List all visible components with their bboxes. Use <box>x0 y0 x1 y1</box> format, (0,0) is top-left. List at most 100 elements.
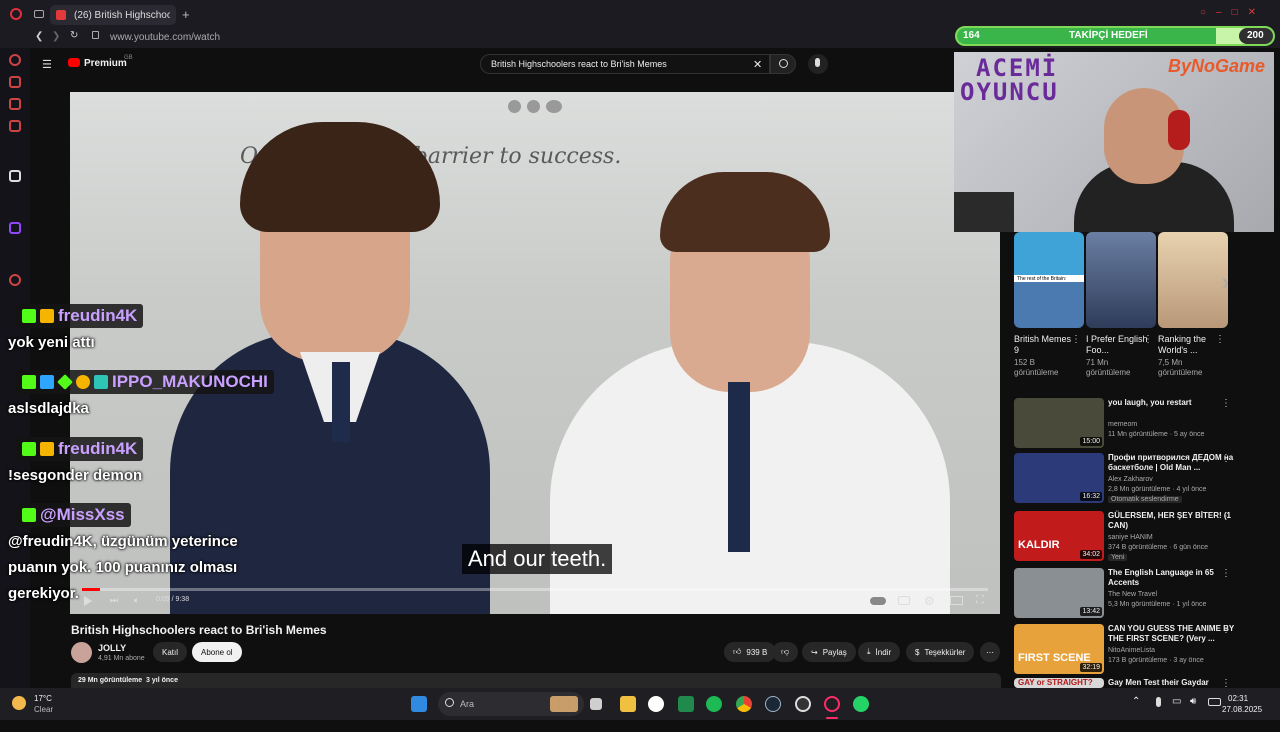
voice-search-button[interactable] <box>808 54 828 74</box>
recommendation-thumbnail[interactable]: 13:42 <box>1014 568 1104 618</box>
tray-volume-icon[interactable]: 🔊︎ <box>1190 696 1196 707</box>
tab-active[interactable]: (26) British Highschoolers <box>50 5 176 25</box>
recommendation-channel[interactable]: saniye HANIM <box>1108 534 1238 541</box>
share-button[interactable]: ↪ Paylaş <box>802 642 856 662</box>
recommendation-menu-icon[interactable]: ⋮ <box>1221 453 1231 464</box>
recommendation-title[interactable]: GÜLERSEM, HER ŞEY BİTER! (1 CAN) <box>1108 511 1238 531</box>
short-title-2[interactable]: I Prefer English Foo... <box>1086 334 1148 356</box>
recommendation-thumbnail[interactable]: GAY or STRAIGHT? <box>1014 678 1104 688</box>
channel-avatar[interactable] <box>71 642 92 663</box>
more-actions-button[interactable]: ⋯ <box>980 642 1000 662</box>
short-menu-icon[interactable]: ⋮ <box>1143 334 1153 345</box>
recommendation-menu-icon[interactable]: ⋮ <box>1221 398 1231 409</box>
youtube-logo[interactable]: Premium <box>84 58 127 69</box>
theater-mode-icon[interactable] <box>950 596 963 605</box>
recommendation-item[interactable]: 16:32 Профи притворился ДЕДОМ на баскетбо… <box>1014 453 1272 507</box>
recommendation-item[interactable]: 15:00 you laugh, you restart ⋮ memeom 11 Mn … <box>1014 398 1272 452</box>
sidebar-whatsapp-icon[interactable] <box>9 98 21 110</box>
weather-icon[interactable] <box>12 696 26 710</box>
subtitles-icon[interactable] <box>898 596 910 605</box>
progress-bar[interactable] <box>82 588 988 591</box>
tab-islands-icon[interactable] <box>34 10 44 18</box>
settings-icon[interactable]: ⚙ <box>924 594 935 608</box>
autoplay-toggle[interactable] <box>870 597 886 605</box>
sidebar-aria-icon[interactable] <box>9 54 21 66</box>
description-box[interactable]: 29 Mn görüntüleme 3 yıl önce <box>71 673 1001 688</box>
spotify-icon[interactable] <box>706 696 722 712</box>
obs-icon[interactable] <box>795 696 811 712</box>
recommendation-title[interactable]: The English Language in 65 Accents <box>1108 568 1238 588</box>
sidebar-twitch-icon[interactable] <box>9 222 21 234</box>
channel-name[interactable]: JOLLY <box>98 643 126 653</box>
menu-icon[interactable]: ☰ <box>42 58 52 71</box>
recommendation-title[interactable]: CAN YOU GUESS THE ANIME BY THE FIRST SCE… <box>1108 624 1238 644</box>
recommendation-channel[interactable]: memeom <box>1108 421 1238 428</box>
short-thumb-1[interactable]: The rest of the Britain: <box>1014 232 1084 328</box>
recommendation-item[interactable]: 13:42 The English Language in 65 Accents ⋮… <box>1014 568 1272 622</box>
chrome-icon[interactable] <box>736 696 752 712</box>
whatsapp-icon[interactable] <box>853 696 869 712</box>
steam-icon[interactable] <box>765 696 781 712</box>
recommendation-item[interactable]: 34:02 KALDIR GÜLERSEM, HER ŞEY BİTER! (1 C… <box>1014 511 1272 565</box>
start-icon[interactable] <box>411 696 427 712</box>
recommendation-title[interactable]: Gay Men Test their Gaydar <box>1108 678 1238 688</box>
recommendation-thumbnail[interactable]: 16:32 <box>1014 453 1104 503</box>
recommendation-item[interactable]: 32:19 FIRST SCENE CAN YOU GUESS THE ANIME … <box>1014 624 1272 678</box>
task-view-icon[interactable] <box>590 698 602 710</box>
clock-date[interactable]: 27.08.2025 <box>1222 705 1262 714</box>
next-icon[interactable]: ⏭ <box>110 595 118 606</box>
url-field[interactable]: www.youtube.com/watch <box>110 32 220 43</box>
pip-icon[interactable] <box>527 100 540 113</box>
recommendation-title[interactable]: Профи притворился ДЕДОМ на баскетболе | … <box>1108 453 1238 473</box>
recommendation-channel[interactable]: NitoAnimeLista <box>1108 647 1238 654</box>
recommendation-menu-icon[interactable]: ⋮ <box>1221 624 1231 635</box>
thanks-button[interactable]: $ Teşekkürler <box>906 642 975 662</box>
minimize-button[interactable]: – <box>1216 7 1232 18</box>
excel-icon[interactable] <box>678 696 694 712</box>
search-tabs-icon[interactable]: ○ <box>1200 7 1216 18</box>
recommendation-channel[interactable]: Alex Zakharov <box>1108 476 1238 483</box>
sidebar-messenger-icon[interactable] <box>9 76 21 88</box>
recommendation-thumbnail[interactable]: 32:19 FIRST SCENE <box>1014 624 1104 674</box>
opera-logo-icon[interactable] <box>10 8 22 20</box>
maximize-button[interactable]: □ <box>1232 7 1248 18</box>
youtube-logo-icon[interactable] <box>68 58 80 67</box>
miniplayer-icon[interactable] <box>508 100 521 113</box>
tray-mic-icon[interactable] <box>1156 697 1161 707</box>
short-menu-icon[interactable]: ⋮ <box>1071 334 1081 345</box>
sidebar-ai-icon[interactable] <box>9 170 21 182</box>
reload-icon[interactable]: ↻ <box>70 30 78 41</box>
short-menu-icon[interactable]: ⋮ <box>1215 334 1225 345</box>
short-thumb-2[interactable] <box>1086 232 1156 328</box>
tray-chevron-icon[interactable]: ⌃ <box>1132 696 1140 707</box>
recommendation-channel[interactable]: The New Travel <box>1108 591 1238 598</box>
search-input[interactable]: British Highschoolers react to Bri'ish M… <box>480 54 770 74</box>
fullscreen-icon[interactable]: ⛶ <box>976 594 984 607</box>
clear-search-icon[interactable]: ✕ <box>753 58 762 71</box>
join-button[interactable]: Katıl <box>153 642 188 662</box>
like-button[interactable]: 👍︎ 939 B <box>724 642 777 662</box>
sidebar-history-icon[interactable] <box>9 274 21 286</box>
dislike-button[interactable]: 👎︎ <box>772 642 799 662</box>
opera-gx-icon[interactable] <box>824 696 840 712</box>
shorts-next-icon[interactable]: ❯ <box>1221 278 1229 289</box>
recommendation-thumbnail[interactable]: 15:00 <box>1014 398 1104 448</box>
file-explorer-icon[interactable] <box>620 696 636 712</box>
sidebar-music-icon[interactable] <box>9 120 21 132</box>
short-title-1[interactable]: British Memes 9 <box>1014 334 1076 356</box>
chatgpt-icon[interactable] <box>648 696 664 712</box>
back-icon[interactable]: ❮ <box>35 31 43 42</box>
subscribe-button[interactable]: Abone ol <box>192 642 242 662</box>
tray-network-icon[interactable]: ▭ <box>1172 696 1181 707</box>
play-icon[interactable] <box>84 596 92 606</box>
recommendation-menu-icon[interactable]: ⋮ <box>1221 511 1231 522</box>
tray-battery-icon[interactable] <box>1208 698 1221 706</box>
recommendation-menu-icon[interactable]: ⋮ <box>1221 568 1231 579</box>
volume-icon[interactable]: 🔈︎ <box>134 595 139 606</box>
recommendation-thumbnail[interactable]: 34:02 KALDIR <box>1014 511 1104 561</box>
clock-time[interactable]: 02:31 <box>1228 694 1248 703</box>
short-thumb-3[interactable] <box>1158 232 1228 328</box>
taskbar-search[interactable]: Ara <box>438 692 584 716</box>
weather-temp[interactable]: 17°C <box>34 694 52 703</box>
search-button[interactable] <box>770 54 796 74</box>
